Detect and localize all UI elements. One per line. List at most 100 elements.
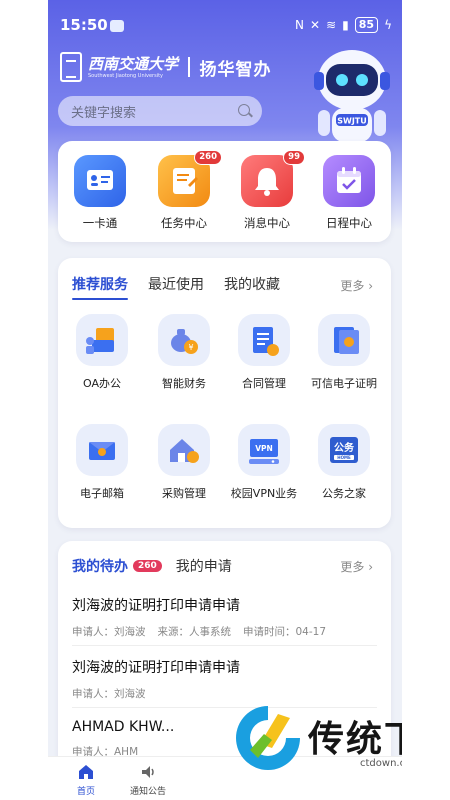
tab-my-todo[interactable]: 我的待办 bbox=[72, 556, 128, 576]
speaker-icon bbox=[142, 766, 154, 778]
todo-more-link[interactable]: 更多 › bbox=[340, 558, 373, 575]
search-input[interactable]: 关键字搜索 bbox=[58, 96, 262, 126]
service-label: 公务之家 bbox=[322, 487, 366, 500]
service-contract[interactable]: 合同管理 bbox=[224, 314, 304, 391]
status-bar: 15:50 N ✕ ≋ ▮ 85 ϟ bbox=[48, 14, 402, 38]
quick-action-task-center[interactable]: 260 任务中心 bbox=[144, 150, 224, 231]
task-icon: 260 bbox=[158, 150, 222, 207]
quick-action-card[interactable]: 一卡通 bbox=[60, 155, 140, 231]
wifi-icon: ≋ bbox=[326, 18, 337, 32]
todo-tabs: 我的待办 260 我的申请 bbox=[72, 556, 232, 576]
quick-action-label: 任务中心 bbox=[161, 216, 207, 230]
service-label: 智能财务 bbox=[162, 377, 206, 390]
quick-actions-card: 一卡通 260 任务中心 99 消息中心 日程中心 bbox=[58, 141, 391, 242]
bell-icon: 99 bbox=[241, 150, 305, 207]
watermark-emblem-icon bbox=[236, 706, 300, 770]
task-badge: 260 bbox=[194, 150, 222, 165]
contract-icon bbox=[238, 314, 290, 366]
todo-applicant: 申请人：刘海波 bbox=[72, 626, 146, 638]
brand-divider bbox=[188, 57, 190, 77]
service-procurement[interactable]: 采购管理 bbox=[144, 424, 224, 501]
vpn-icon-text: VPN bbox=[255, 444, 273, 453]
tab-recommended[interactable]: 推荐服务 bbox=[72, 274, 128, 300]
vpn-icon: VPN bbox=[238, 424, 290, 476]
message-badge: 99 bbox=[283, 150, 305, 165]
tab-favorites[interactable]: 我的收藏 bbox=[224, 274, 280, 294]
quick-action-label: 日程中心 bbox=[326, 216, 372, 230]
tab-recent[interactable]: 最近使用 bbox=[148, 274, 204, 294]
public-affairs-icon-text: 公务 bbox=[334, 441, 355, 454]
status-time: 15:50 bbox=[60, 16, 108, 34]
todo-applicant: 申请人：刘海波 bbox=[72, 688, 146, 700]
status-icons: N ✕ ≋ ▮ 85 ϟ bbox=[295, 17, 392, 33]
nav-announcements-label: 通知公告 bbox=[129, 787, 166, 797]
nav-home[interactable]: 首页 bbox=[56, 763, 116, 797]
row-divider bbox=[72, 645, 377, 646]
todo-title: 刘海波的证明打印申请申请 bbox=[72, 598, 240, 614]
university-name-en: Southwest Jiaotong University bbox=[88, 72, 164, 79]
public-affairs-icon: 公务 HOME bbox=[318, 424, 370, 476]
service-oa[interactable]: OA办公 bbox=[62, 314, 142, 391]
search-placeholder: 关键字搜索 bbox=[71, 106, 137, 121]
service-tabs: 推荐服务 最近使用 我的收藏 bbox=[72, 274, 280, 300]
service-certificate[interactable]: 可信电子证明 bbox=[304, 314, 384, 391]
home-icon bbox=[79, 765, 93, 779]
todo-source: 来源：人事系统 bbox=[157, 626, 232, 638]
service-vpn[interactable]: VPN 校园VPN业务 bbox=[224, 424, 304, 501]
battery-indicator: 85 bbox=[354, 17, 379, 33]
watermark-text: 传统下载 bbox=[308, 719, 402, 760]
chevron-right-icon: › bbox=[368, 560, 373, 574]
todo-title: 刘海波的证明打印申请申请 bbox=[72, 660, 240, 676]
service-label: 采购管理 bbox=[162, 487, 206, 500]
services-more-link[interactable]: 更多 › bbox=[340, 277, 373, 294]
email-icon bbox=[76, 424, 128, 476]
robot-badge-text: SWJTU bbox=[337, 117, 367, 126]
university-name: 西南交通大学 bbox=[88, 54, 179, 73]
todo-time: 申请时间：04-17 bbox=[243, 626, 327, 638]
service-label: OA办公 bbox=[83, 377, 121, 390]
robot-mascot: SWJTU bbox=[314, 50, 390, 142]
tab-my-applications[interactable]: 我的申请 bbox=[176, 556, 232, 576]
quick-action-message-center[interactable]: 99 消息中心 bbox=[227, 150, 307, 231]
chevron-right-icon: › bbox=[368, 279, 373, 293]
todo-count-badge: 260 bbox=[133, 560, 162, 572]
app-title: 扬华智办 bbox=[199, 59, 272, 80]
service-public-affairs[interactable]: 公务 HOME 公务之家 bbox=[304, 424, 384, 501]
services-card: 推荐服务 最近使用 我的收藏 更多 › OA办公 ¥ 智能财务 合同管理 可信电… bbox=[58, 258, 391, 528]
quick-action-label: 一卡通 bbox=[82, 216, 118, 230]
brand-logo: 西南交通大学 Southwest Jiaotong University 扬华智… bbox=[60, 50, 272, 84]
todo-row[interactable]: 刘海波的证明打印申请申请 申请人：刘海波 bbox=[72, 657, 378, 701]
service-label: 电子邮箱 bbox=[80, 487, 124, 500]
sim-icon: ▮ bbox=[342, 18, 349, 32]
watermark-url: ctdown.com bbox=[360, 758, 402, 769]
id-card-icon bbox=[74, 155, 126, 207]
charging-icon: ϟ bbox=[384, 18, 392, 32]
notification-app-icon bbox=[110, 20, 124, 32]
service-email[interactable]: 电子邮箱 bbox=[62, 424, 142, 501]
nav-announcements[interactable]: 通知公告 bbox=[118, 763, 178, 797]
nfc-icon: N bbox=[295, 18, 305, 32]
quick-action-schedule-center[interactable]: 日程中心 bbox=[309, 155, 389, 231]
service-label: 合同管理 bbox=[242, 377, 286, 390]
office-icon bbox=[76, 314, 128, 366]
service-finance[interactable]: ¥ 智能财务 bbox=[144, 314, 224, 391]
nav-home-label: 首页 bbox=[76, 787, 95, 797]
quick-action-label: 消息中心 bbox=[244, 216, 290, 230]
service-label: 校园VPN业务 bbox=[230, 487, 298, 500]
svg-text:¥: ¥ bbox=[188, 343, 193, 352]
left-margin bbox=[0, 0, 48, 800]
watermark-logo: 传统下载 ctdown.com bbox=[230, 700, 402, 778]
more-label: 更多 bbox=[340, 279, 365, 293]
app-screen: 15:50 N ✕ ≋ ▮ 85 ϟ 西南交通大学 Southwest Jiao… bbox=[48, 0, 402, 800]
right-margin bbox=[402, 0, 450, 800]
todo-row[interactable]: 刘海波的证明打印申请申请 申请人：刘海波 来源：人事系统 申请时间：04-17 bbox=[72, 595, 378, 639]
service-label: 可信电子证明 bbox=[311, 377, 377, 390]
finance-icon: ¥ bbox=[158, 314, 210, 366]
university-crest-icon bbox=[60, 52, 82, 82]
calendar-icon bbox=[323, 155, 375, 207]
search-icon[interactable] bbox=[238, 104, 250, 116]
more-label: 更多 bbox=[340, 560, 365, 574]
procurement-icon bbox=[158, 424, 210, 476]
public-affairs-icon-subtext: HOME bbox=[337, 455, 351, 460]
mute-icon: ✕ bbox=[310, 18, 321, 32]
